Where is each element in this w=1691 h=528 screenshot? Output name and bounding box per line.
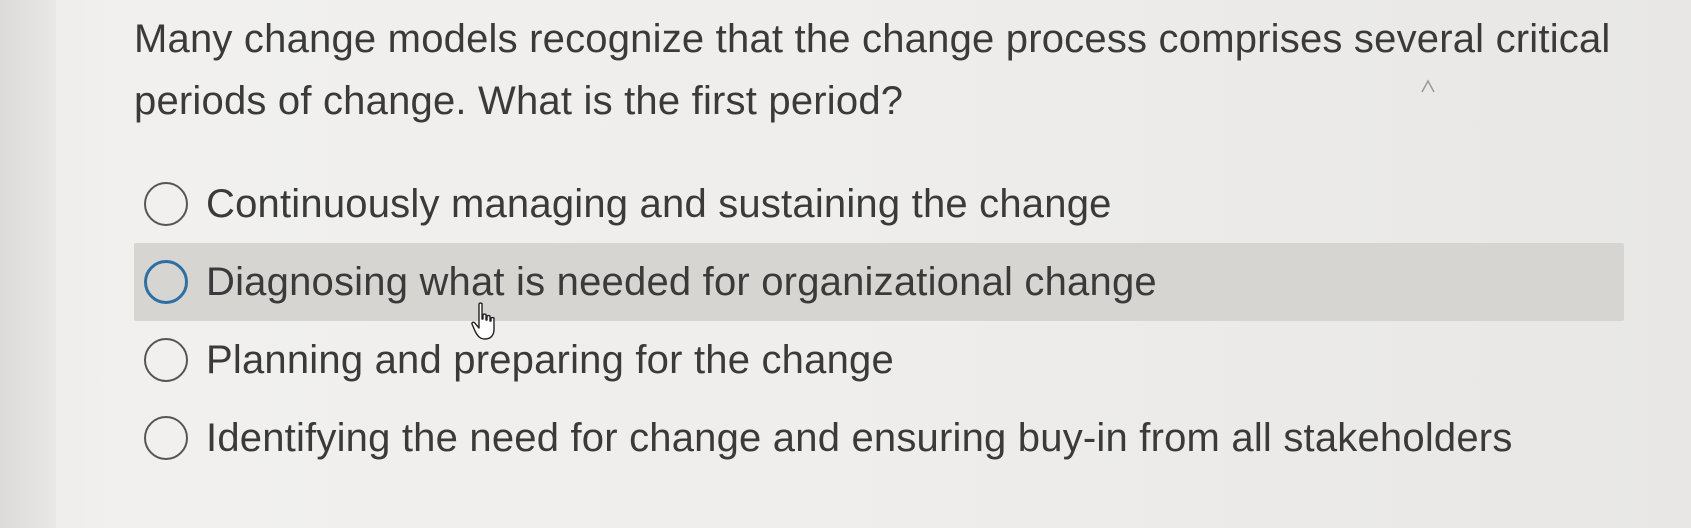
answer-options: Continuously managing and sustaining the… (134, 165, 1624, 477)
left-margin (0, 0, 56, 528)
option-label: Diagnosing what is needed for organizati… (206, 259, 1157, 304)
radio-circle-icon[interactable] (144, 260, 188, 304)
radio-circle-icon[interactable] (144, 416, 188, 460)
question-text: Many change models recognize that the ch… (134, 17, 1611, 123)
option-label: Planning and preparing for the change (206, 337, 894, 382)
option-diagnosing[interactable]: Diagnosing what is needed for organizati… (134, 243, 1624, 321)
option-label: Continuously managing and sustaining the… (206, 181, 1112, 226)
option-identifying-need[interactable]: Identifying the need for change and ensu… (134, 399, 1624, 477)
option-label: Identifying the need for change and ensu… (206, 415, 1513, 460)
option-planning-preparing[interactable]: Planning and preparing for the change (134, 321, 1624, 399)
option-continuously-managing[interactable]: Continuously managing and sustaining the… (134, 165, 1624, 243)
hand-pointer-icon (471, 302, 495, 340)
radio-circle-icon[interactable] (144, 338, 188, 382)
stray-mark-icon (1421, 79, 1435, 93)
radio-circle-icon[interactable] (144, 182, 188, 226)
